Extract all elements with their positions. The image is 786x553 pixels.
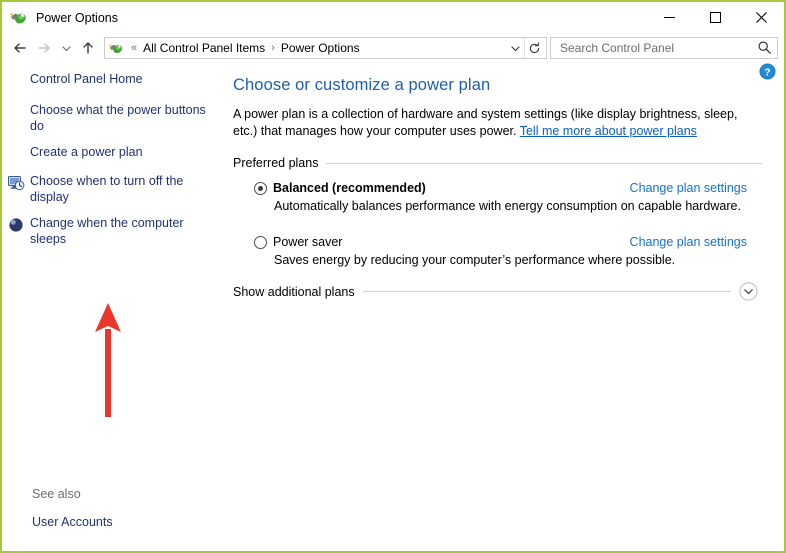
breadcrumb-separator: › (271, 42, 275, 54)
divider-line (362, 291, 731, 292)
sidebar-item-label: Create a power plan (30, 145, 143, 159)
svg-text:?: ? (764, 66, 770, 78)
breadcrumb-item-power-options[interactable]: Power Options (279, 41, 362, 55)
search-input[interactable] (558, 40, 757, 56)
plan-name[interactable]: Power saver (273, 235, 342, 249)
sidebar-item-label: Change when the computer sleeps (30, 216, 184, 246)
search-box[interactable] (550, 37, 778, 59)
page-title: Choose or customize a power plan (233, 76, 491, 94)
divider-line (326, 162, 762, 164)
preferred-plans-header: Preferred plans (233, 156, 762, 170)
see-also-section: See also User Accounts (32, 487, 222, 529)
refresh-icon[interactable] (524, 38, 544, 58)
power-options-window: Power Options « All Control Panel Items … (0, 0, 786, 553)
close-button[interactable] (738, 2, 784, 33)
sidebar-item-control-panel-home[interactable]: Control Panel Home (2, 72, 224, 90)
main-content: ? Choose or customize a power plan A pow… (224, 63, 784, 549)
title-bar: Power Options (2, 2, 784, 33)
radio-balanced[interactable] (254, 181, 267, 195)
window-controls (646, 2, 784, 33)
sidebar: Control Panel Home Choose what the power… (2, 63, 224, 549)
sleep-moon-icon (8, 217, 26, 234)
see-also-link-user-accounts[interactable]: User Accounts (32, 515, 222, 529)
sidebar-item-create-power-plan[interactable]: Create a power plan (2, 145, 224, 163)
sidebar-item-label: Choose when to turn off the display (30, 174, 184, 204)
preferred-plans-label: Preferred plans (233, 156, 319, 170)
display-clock-icon (8, 175, 26, 192)
radio-power-saver[interactable] (254, 235, 267, 249)
chevron-down-icon[interactable] (506, 38, 524, 58)
tell-me-more-link[interactable]: Tell me more about power plans (520, 124, 697, 138)
sidebar-item-label: Choose what the power buttons do (30, 103, 206, 133)
minimize-button[interactable] (646, 2, 692, 33)
show-additional-plans-row[interactable]: Show additional plans (233, 282, 762, 301)
sidebar-item-label: Control Panel Home (30, 72, 143, 86)
window-title: Power Options (36, 10, 118, 25)
address-bar-row: « All Control Panel Items › Power Option… (2, 33, 784, 63)
plan-row: Power saver Change plan settings (233, 235, 762, 249)
plan-description: Automatically balances performance with … (274, 199, 741, 213)
sidebar-item-turn-off-display[interactable]: Choose when to turn off the display (2, 174, 224, 205)
show-additional-plans-label: Show additional plans (233, 284, 355, 299)
back-button[interactable] (8, 36, 32, 60)
power-plug-icon (109, 41, 124, 56)
help-question-icon[interactable]: ? (759, 63, 776, 80)
search-icon[interactable] (757, 40, 773, 56)
window-body: Control Panel Home Choose what the power… (2, 63, 784, 549)
plan-balanced: Balanced (recommended) Change plan setti… (233, 181, 762, 213)
plan-row: Balanced (recommended) Change plan setti… (233, 181, 762, 195)
intro-paragraph: A power plan is a collection of hardware… (233, 106, 762, 140)
change-plan-settings-link-power-saver[interactable]: Change plan settings (630, 235, 762, 249)
maximize-button[interactable] (692, 2, 738, 33)
breadcrumb-overflow[interactable]: « (127, 42, 141, 54)
plan-name[interactable]: Balanced (recommended) (273, 181, 426, 195)
plan-description: Saves energy by reducing your computer’s… (274, 253, 676, 267)
chevron-down-circle-icon[interactable] (739, 282, 758, 301)
up-button[interactable] (76, 36, 100, 60)
forward-button[interactable] (32, 36, 56, 60)
red-up-arrow-annotation (88, 299, 128, 419)
breadcrumb-item-all-control-panel-items[interactable]: All Control Panel Items (141, 41, 267, 55)
sidebar-item-computer-sleeps[interactable]: Change when the computer sleeps (2, 216, 224, 247)
see-also-label: See also (32, 487, 81, 501)
recent-locations-button[interactable] (56, 36, 76, 60)
breadcrumb-address-bar[interactable]: « All Control Panel Items › Power Option… (104, 37, 547, 59)
sidebar-item-choose-power-buttons[interactable]: Choose what the power buttons do (2, 103, 224, 134)
power-plug-icon (10, 9, 28, 27)
plan-power-saver: Power saver Change plan settings Saves e… (233, 235, 762, 267)
change-plan-settings-link-balanced[interactable]: Change plan settings (630, 181, 762, 195)
